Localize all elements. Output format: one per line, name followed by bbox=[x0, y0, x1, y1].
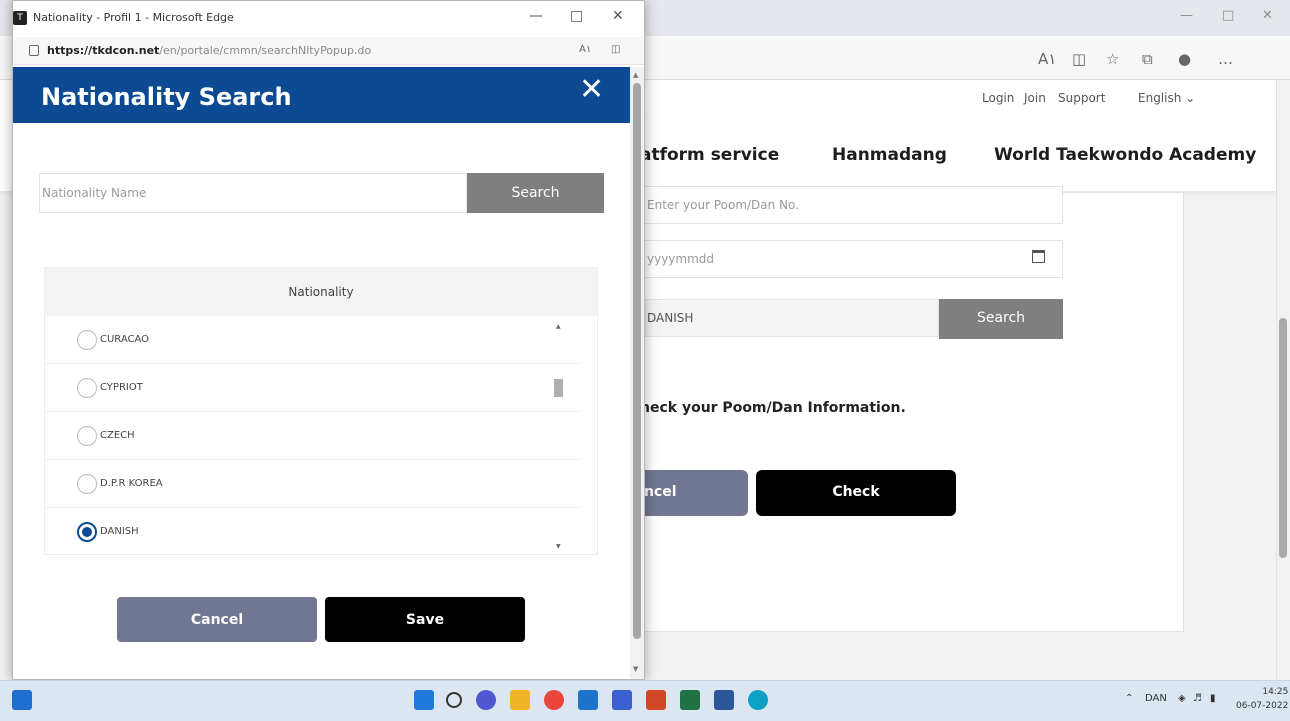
background-search-button[interactable]: Search bbox=[939, 299, 1063, 339]
list-item[interactable]: D.P.R KOREA bbox=[45, 460, 581, 508]
popup-scrollbar-thumb[interactable] bbox=[633, 83, 641, 639]
popup-minimize-icon[interactable]: — bbox=[529, 8, 543, 24]
save-button[interactable]: Save bbox=[325, 597, 525, 642]
input-language[interactable]: DAN bbox=[1145, 693, 1167, 704]
background-scrollbar-thumb[interactable] bbox=[1279, 318, 1287, 558]
list-scrollbar[interactable] bbox=[581, 316, 597, 554]
tab-actions-icon[interactable]: ◫ bbox=[1072, 50, 1086, 68]
photos-icon[interactable] bbox=[612, 690, 632, 710]
chevron-down-icon: ⌄ bbox=[1185, 91, 1196, 105]
popup-url[interactable]: https://tkdcon.net/en/portale/cmmn/searc… bbox=[47, 44, 371, 57]
battery-icon[interactable]: ▮ bbox=[1210, 693, 1216, 704]
chat-icon[interactable] bbox=[476, 690, 496, 710]
nationality-search-input[interactable] bbox=[39, 173, 467, 213]
language-selector[interactable]: English ⌄ bbox=[1138, 91, 1195, 105]
more-menu-icon[interactable]: … bbox=[1218, 50, 1233, 68]
list-column-header: Nationality bbox=[45, 268, 597, 316]
list-item-label: D.P.R KOREA bbox=[100, 478, 163, 489]
search-icon[interactable] bbox=[446, 692, 462, 708]
poom-dan-number-input[interactable]: Enter your Poom/Dan No. bbox=[640, 186, 1063, 224]
check-info-heading: heck your Poom/Dan Information. bbox=[640, 400, 906, 416]
network-icon[interactable]: ◈ bbox=[1178, 693, 1186, 704]
close-icon[interactable]: ✕ bbox=[579, 75, 604, 105]
check-button[interactable]: Check bbox=[756, 470, 956, 516]
radio-button[interactable] bbox=[77, 425, 97, 446]
start-icon[interactable] bbox=[414, 690, 434, 710]
language-label: English bbox=[1138, 91, 1182, 105]
windows-taskbar bbox=[0, 680, 1290, 721]
search-button[interactable]: Search bbox=[467, 173, 604, 213]
list-item[interactable]: CYPRIOT bbox=[45, 364, 581, 412]
list-item-label: CZECH bbox=[100, 430, 135, 441]
scroll-down-icon[interactable]: ▼ bbox=[633, 665, 638, 673]
popup-close-window-icon[interactable]: ✕ bbox=[612, 8, 624, 24]
excel-icon[interactable] bbox=[680, 690, 700, 710]
read-aloud-icon[interactable]: A١ bbox=[579, 44, 591, 55]
show-hidden-icons-icon[interactable]: ⌃ bbox=[1125, 693, 1133, 704]
close-window-icon[interactable]: ✕ bbox=[1262, 8, 1273, 23]
profile-icon[interactable]: ● bbox=[1178, 50, 1191, 68]
chrome-icon[interactable] bbox=[544, 690, 564, 710]
list-item[interactable]: CZECH bbox=[45, 412, 581, 460]
system-clock[interactable]: 14:25 06-07-2022 bbox=[1236, 685, 1288, 713]
scroll-up-icon[interactable]: ▲ bbox=[633, 71, 638, 79]
nav-world-taekwondo-academy[interactable]: World Taekwondo Academy bbox=[994, 145, 1256, 165]
edge-icon[interactable] bbox=[748, 690, 768, 710]
support-link[interactable]: Support bbox=[1058, 91, 1105, 105]
url-host: https://tkdcon.net bbox=[47, 44, 160, 57]
maximize-icon[interactable]: □ bbox=[1222, 8, 1234, 23]
immersive-reader-icon[interactable]: ◫ bbox=[611, 44, 620, 55]
radio-button[interactable] bbox=[77, 377, 97, 398]
list-body: CURACAO CYPRIOT CZECH D.P.R KOREA DANISH bbox=[45, 316, 581, 554]
clock-date: 06-07-2022 bbox=[1236, 701, 1289, 711]
volume-icon[interactable]: ♬ bbox=[1193, 693, 1202, 704]
widgets-icon[interactable] bbox=[12, 690, 32, 710]
site-favicon-icon: T bbox=[13, 11, 27, 25]
collections-icon[interactable]: ⧉ bbox=[1142, 50, 1153, 68]
read-aloud-icon[interactable]: A١ bbox=[1038, 50, 1056, 68]
radio-button-selected[interactable] bbox=[77, 521, 97, 542]
popup-title: Nationality Search bbox=[41, 83, 292, 111]
mail-icon[interactable] bbox=[578, 690, 598, 710]
birth-date-input[interactable]: yyyymmdd bbox=[640, 240, 1063, 278]
calendar-icon[interactable] bbox=[1032, 250, 1045, 263]
radio-button[interactable] bbox=[77, 473, 97, 494]
radio-button[interactable] bbox=[77, 329, 97, 350]
nationality-popup-window: T Nationality - Profil 1 - Microsoft Edg… bbox=[12, 0, 645, 680]
list-item[interactable]: DANISH bbox=[45, 508, 581, 554]
list-scroll-up-icon[interactable]: ▲ bbox=[556, 323, 561, 330]
nationality-list: Nationality CURACAO CYPRIOT CZECH D.P.R … bbox=[44, 267, 598, 555]
list-item-label: CURACAO bbox=[100, 334, 150, 345]
favorites-icon[interactable]: ☆ bbox=[1106, 50, 1119, 68]
page-info-icon[interactable] bbox=[29, 45, 39, 56]
clock-time: 14:25 bbox=[1262, 687, 1289, 697]
popup-window-title: Nationality - Profil 1 - Microsoft Edge bbox=[33, 11, 234, 24]
office-icon[interactable] bbox=[646, 690, 666, 710]
file-explorer-icon[interactable] bbox=[510, 690, 530, 710]
list-item[interactable]: CURACAO bbox=[45, 316, 581, 364]
cancel-button[interactable]: Cancel bbox=[117, 597, 317, 642]
list-item-label: DANISH bbox=[100, 526, 139, 537]
word-icon[interactable] bbox=[714, 690, 734, 710]
join-link[interactable]: Join bbox=[1024, 91, 1046, 105]
popup-maximize-icon[interactable]: □ bbox=[570, 8, 583, 24]
list-scroll-down-icon[interactable]: ▼ bbox=[556, 543, 561, 550]
login-link[interactable]: Login bbox=[982, 91, 1014, 105]
nationality-field[interactable]: DANISH bbox=[640, 299, 939, 337]
list-scrollbar-thumb[interactable] bbox=[554, 379, 563, 397]
minimize-icon[interactable]: — bbox=[1180, 8, 1193, 23]
nav-platform-service[interactable]: atform service bbox=[640, 145, 779, 165]
list-item-label: CYPRIOT bbox=[100, 382, 143, 393]
url-path: /en/portale/cmmn/searchNltyPopup.do bbox=[159, 44, 372, 57]
nav-hanmadang[interactable]: Hanmadang bbox=[832, 145, 947, 165]
background-cancel-button[interactable]: ncel bbox=[640, 470, 748, 516]
